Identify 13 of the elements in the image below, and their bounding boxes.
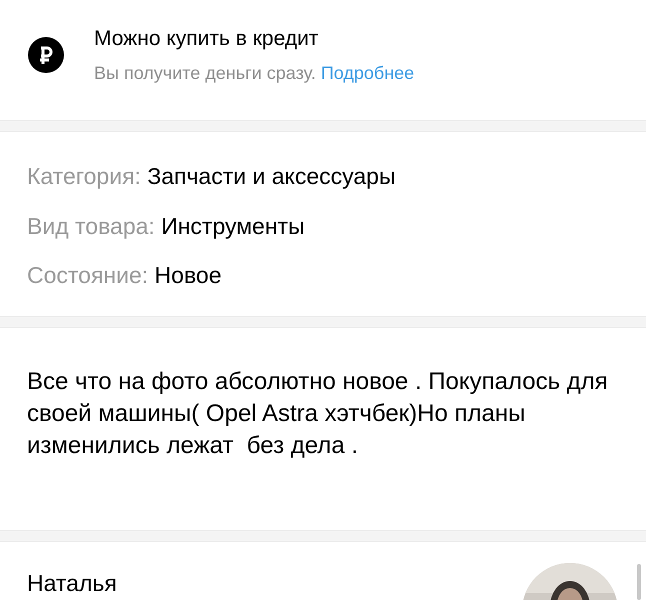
param-label: Вид товара: [27,212,155,239]
ruble-icon [28,37,64,73]
param-value: Инструменты [161,212,305,239]
param-label: Категория: [27,162,141,189]
param-value: Новое [154,262,222,288]
seller-name: Наталья [27,569,117,598]
credit-subtitle: Вы получите деньги сразу. [94,62,316,83]
param-value: Запчасти и аксессуары [147,162,396,189]
param-label: Состояние: [27,262,148,288]
description-text: Все что на фото абсолютно новое . Покупалось для своей машины( Opel Astra хэтчбек)Но планы изменились лежат без дела . [27,367,609,461]
details-link[interactable]: Подробнее [320,62,414,83]
credit-title: Можно купить в кредит [94,26,320,52]
scrollbar [637,564,641,600]
